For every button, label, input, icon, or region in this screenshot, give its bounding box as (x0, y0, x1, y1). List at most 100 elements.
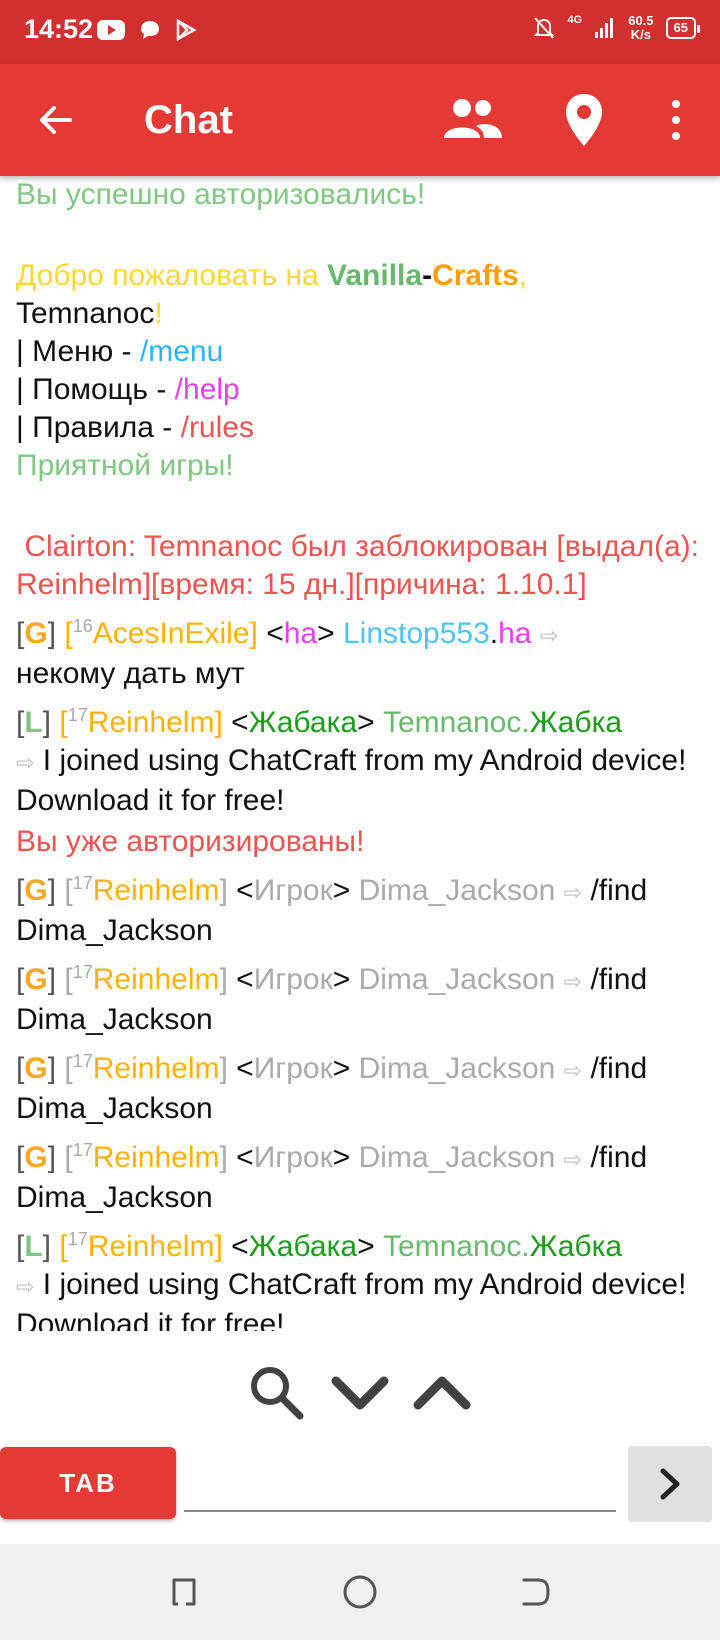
nick-suffix: Жабка (529, 706, 623, 739)
tab-button[interactable]: TAB (0, 1447, 176, 1519)
system-nav-bar (0, 1544, 720, 1640)
level-bracket: [ (59, 706, 68, 739)
player-level: 17 (72, 873, 93, 893)
already-authorized-text: Вы уже авторизированы! (16, 825, 365, 858)
chat-tools (246, 1364, 472, 1422)
tag-bracket: ] (42, 706, 52, 739)
role-bracket: > (357, 706, 375, 739)
arrow-icon: ⇨ (539, 623, 559, 648)
server-name-crafts: Crafts (432, 259, 519, 292)
level-bracket: ] (214, 706, 223, 739)
chat-message: [G] [16AcesInExile] <ha> Linstop553.ha ⇨… (16, 607, 704, 693)
send-button[interactable] (628, 1446, 712, 1522)
nick: Linstop553 (342, 617, 490, 650)
nick: Temnanoc (382, 1230, 522, 1263)
nick: Dima_Jackson (358, 1141, 556, 1174)
chat-message: [G] [17Reinhelm] <Игрок> Dima_Jackson ⇨ … (16, 953, 704, 1039)
level-bracket: ] (249, 617, 258, 650)
welcome-bang: ! (154, 297, 163, 330)
back-arrow-icon[interactable] (36, 100, 76, 140)
role-bracket: < (236, 1052, 254, 1085)
channel-tag: G (24, 963, 48, 996)
welcome-comma: , (518, 259, 528, 292)
home-icon[interactable] (340, 1572, 380, 1612)
role: Жабака (248, 706, 358, 739)
role-bracket: < (236, 1141, 254, 1174)
status-bar: 14:52 4G 60.5 K/s 65 (0, 0, 720, 64)
chat-message: [L] [17Reinhelm] <Жабака> Temnanoc.Жабка… (16, 1220, 704, 1331)
partial-message: Вы успешно авторизовались! (16, 178, 426, 211)
channel-tag: L (24, 706, 43, 739)
player-level: 16 (72, 616, 93, 636)
tag-bracket: ] (47, 1052, 57, 1085)
nick: Dima_Jackson (358, 1052, 556, 1085)
chat-log[interactable]: Вы успешно авторизовались! Добро пожалов… (16, 176, 704, 1331)
nick: Dima_Jackson (358, 874, 556, 907)
chevron-right-icon (660, 1468, 680, 1500)
role: Игрок (253, 963, 333, 996)
welcome-enjoy: Приятной игры! (16, 449, 234, 482)
sender-name: Reinhelm (92, 1141, 220, 1174)
welcome-message: Добро пожаловать на Vanilla-Crafts, Temn… (16, 257, 704, 485)
role: Игрок (253, 1141, 333, 1174)
arrow-icon: ⇨ (563, 969, 583, 994)
status-time: 14:52 (24, 14, 94, 44)
player-level: 17 (72, 1051, 93, 1071)
role-bracket: > (317, 617, 335, 650)
more-options-icon[interactable] (664, 98, 688, 142)
status-right: 4G 60.5 K/s 65 (532, 14, 701, 42)
recent-apps-icon[interactable] (164, 1572, 204, 1612)
arrow-icon: ⇨ (16, 750, 35, 775)
role-bracket: > (357, 1230, 375, 1263)
page-title: Chat (144, 98, 233, 142)
role-bracket: > (332, 874, 351, 907)
server-name-dash: - (422, 259, 433, 292)
network-type: 4G (567, 14, 583, 26)
chat-message: [G] [17Reinhelm] <Игрок> Dima_Jackson ⇨ … (16, 864, 704, 950)
network-speed: 60.5 K/s (628, 14, 653, 42)
location-pin-icon[interactable] (560, 92, 608, 148)
arrow-icon: ⇨ (563, 1058, 583, 1083)
nick-suffix: Жабка (529, 1230, 623, 1263)
channel-tag: G (24, 874, 48, 907)
people-icon[interactable] (440, 96, 504, 144)
message-input[interactable] (184, 1458, 616, 1512)
player-level: 17 (72, 1140, 93, 1160)
level-bracket: [ (64, 617, 73, 650)
nick: Dima_Jackson (358, 963, 556, 996)
back-nav-icon[interactable] (516, 1572, 556, 1612)
battery-indicator: 65 (665, 17, 701, 39)
chat-message: [G] [17Reinhelm] <Игрок> Dima_Jackson ⇨ … (16, 1042, 704, 1128)
tag-bracket: ] (47, 1141, 57, 1174)
arrow-icon: ⇨ (16, 1274, 35, 1299)
arrow-icon: ⇨ (563, 1147, 583, 1172)
nick-dot: . (489, 617, 499, 650)
chevron-down-icon[interactable] (330, 1373, 390, 1413)
help-command: /help (174, 373, 240, 406)
search-icon[interactable] (246, 1364, 308, 1422)
role-bracket: > (332, 1141, 351, 1174)
channel-tag: G (24, 617, 48, 650)
role: Игрок (253, 874, 333, 907)
level-bracket: ] (214, 1230, 223, 1263)
chevron-up-icon[interactable] (412, 1373, 472, 1413)
notification-icons (96, 18, 198, 42)
level-bracket: ] (219, 963, 228, 996)
rules-command: /rules (180, 411, 254, 444)
server-name-vanilla: Vanilla (327, 259, 423, 292)
sender-name: Reinhelm (92, 1052, 220, 1085)
muted-bell-icon (533, 17, 554, 39)
tag-bracket: ] (42, 1230, 52, 1263)
nick-dot: . (521, 1230, 530, 1263)
sender-name: Reinhelm (87, 706, 215, 739)
message-text: I joined using ChatCraft from my Android… (16, 1268, 687, 1331)
role-bracket: > (332, 963, 351, 996)
youtube-icon (97, 20, 125, 40)
level-bracket: ] (219, 874, 228, 907)
message-text: I joined using ChatCraft from my Android… (16, 744, 687, 817)
rules-label: | Правила - (16, 411, 181, 444)
nick: Temnanoc (382, 706, 522, 739)
welcome-prefix: Добро пожаловать на (16, 259, 328, 292)
player-level: 17 (67, 1229, 88, 1249)
role: Жабака (248, 1230, 358, 1263)
